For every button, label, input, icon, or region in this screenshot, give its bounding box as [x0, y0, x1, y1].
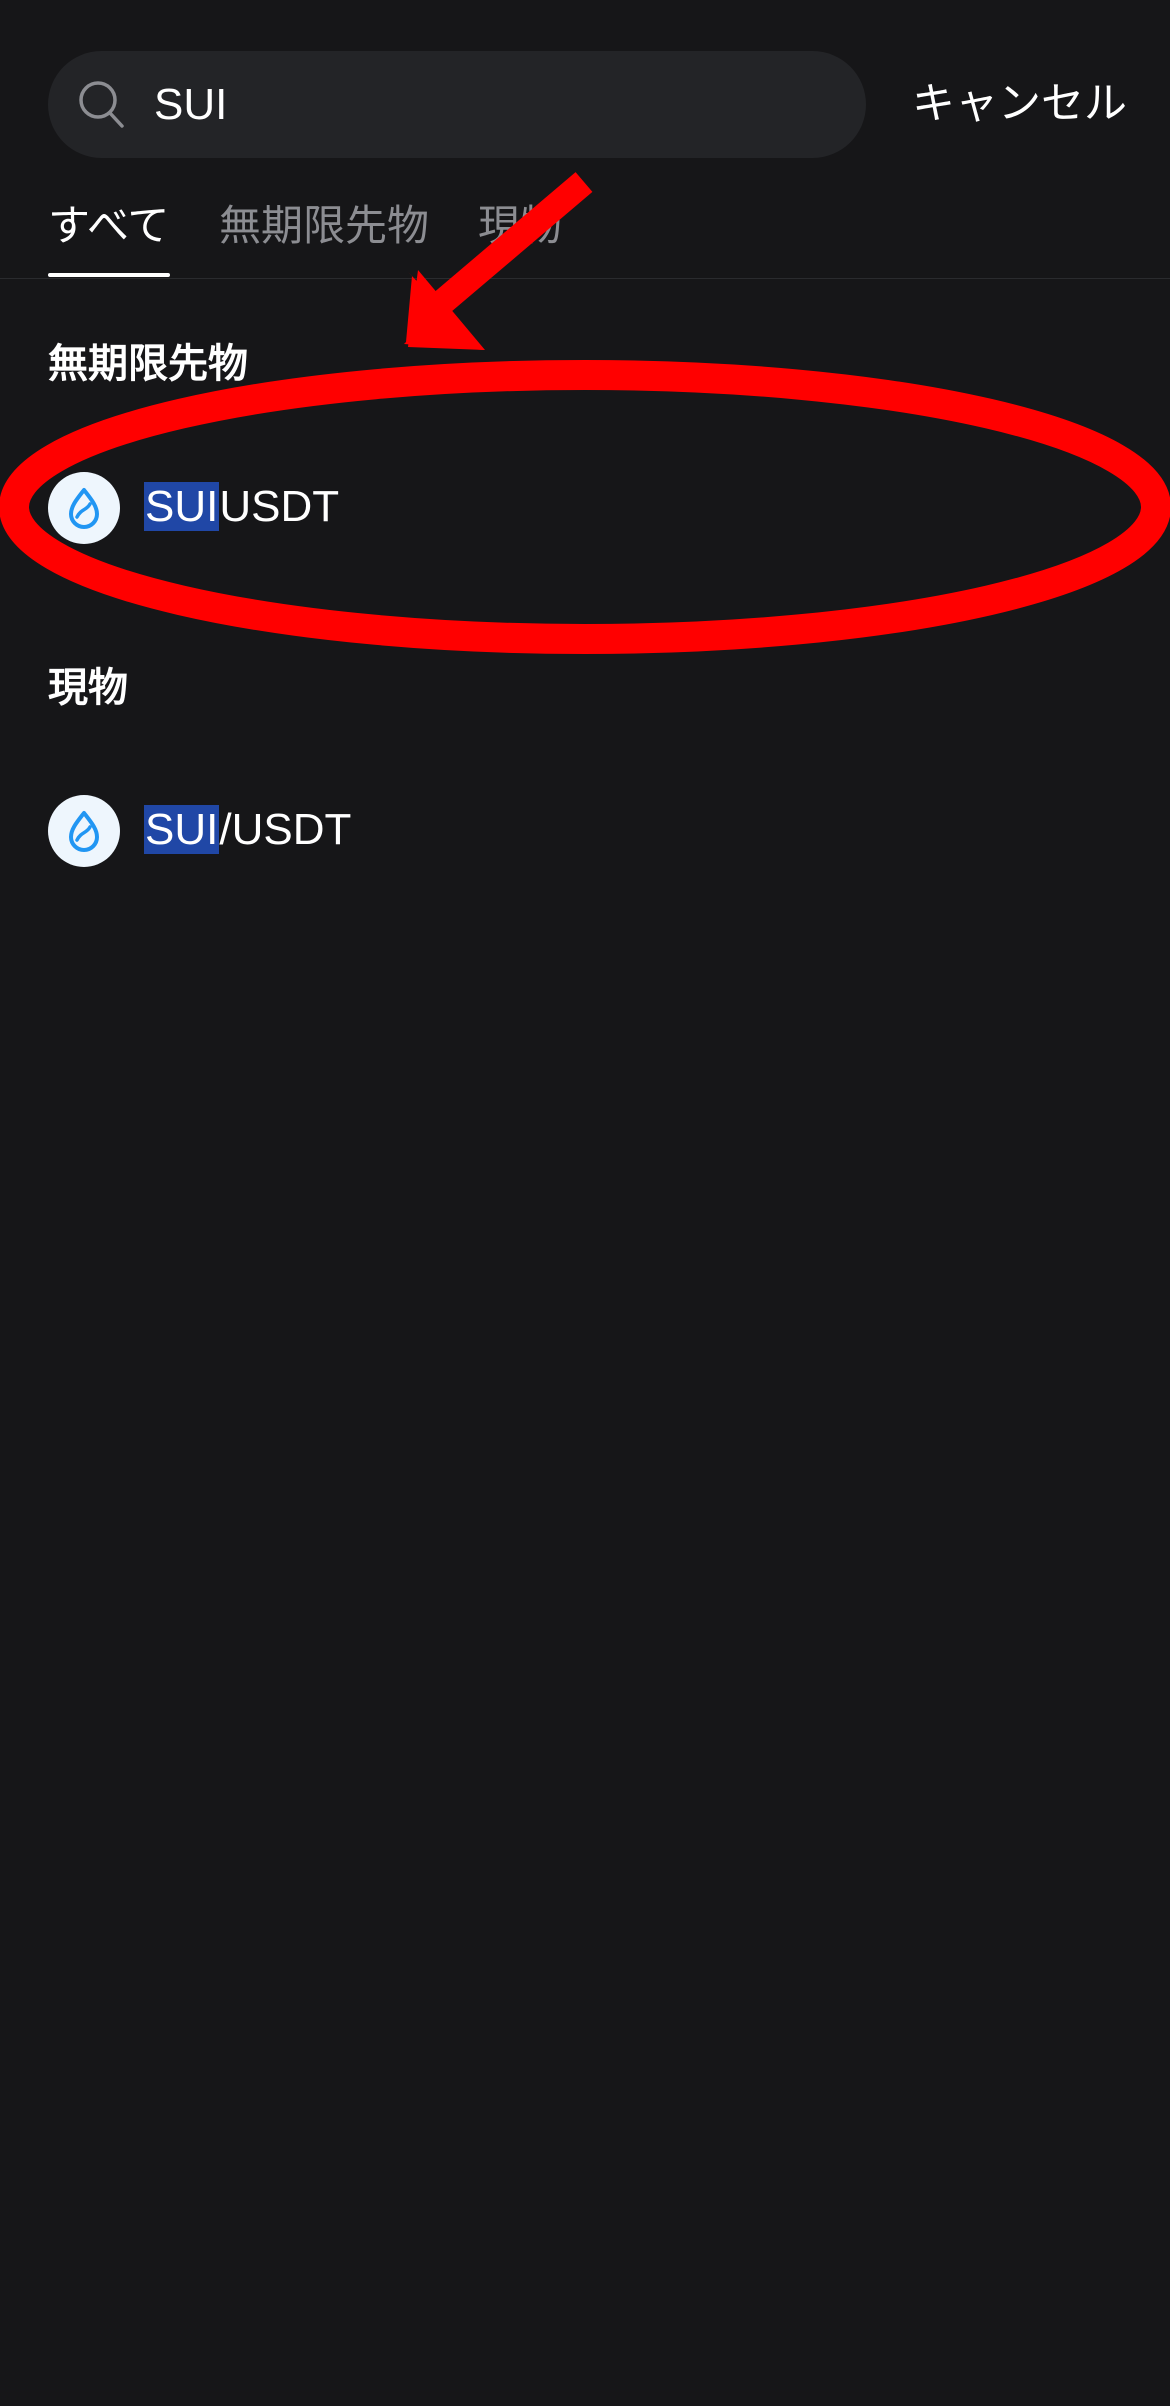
pair-symbol: SUIUSDT [144, 478, 339, 536]
active-tab-indicator [48, 273, 170, 277]
cancel-button[interactable]: キャンセル [912, 74, 1127, 134]
sui-icon [48, 472, 120, 544]
section-title-perpetual: 無期限先物 [48, 341, 248, 387]
search-match-highlight: SUI [144, 805, 220, 854]
pair-quote: /USDT [219, 805, 352, 854]
section-title-spot: 現物 [48, 665, 128, 711]
tab-all[interactable]: すべて [48, 196, 169, 256]
pair-quote: USDT [219, 482, 340, 531]
result-item-suiusdt-perpetual[interactable]: SUIUSDT [0, 454, 1170, 564]
annotation-arrow-head [404, 272, 484, 350]
pair-symbol: SUI/USDT [144, 801, 351, 859]
tab-perpetual-futures[interactable]: 無期限先物 [219, 196, 429, 256]
tab-spot[interactable]: 現物 [478, 196, 562, 256]
result-item-sui-usdt-spot[interactable]: SUI/USDT [0, 777, 1170, 887]
search-input[interactable] [154, 51, 834, 158]
search-icon [79, 81, 124, 128]
sui-icon [48, 795, 120, 867]
divider [0, 278, 1170, 279]
tab-bar: すべて 無期限先物 現物 [0, 190, 1170, 278]
search-bar[interactable] [48, 51, 866, 158]
annotation-arrow-head-fill [408, 270, 485, 350]
search-match-highlight: SUI [144, 482, 220, 531]
